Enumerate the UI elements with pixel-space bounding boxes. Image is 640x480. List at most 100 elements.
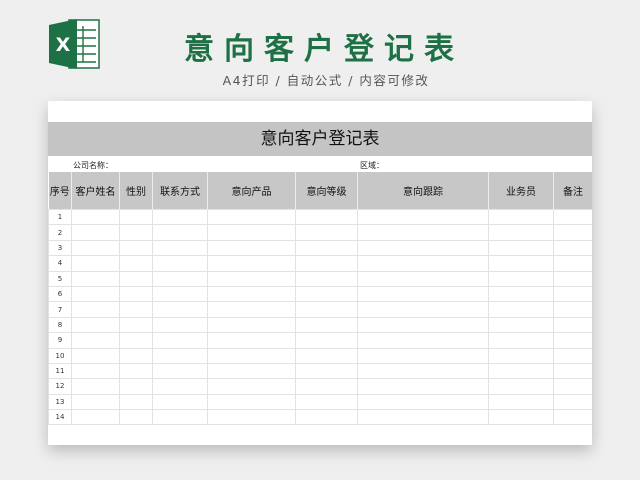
table-cell[interactable] <box>488 362 554 380</box>
table-cell[interactable] <box>295 409 358 426</box>
table-cell[interactable] <box>119 208 153 226</box>
table-cell[interactable] <box>553 301 592 318</box>
table-cell[interactable] <box>119 224 153 241</box>
table-cell[interactable] <box>295 239 358 257</box>
table-cell[interactable] <box>488 208 554 226</box>
table-cell[interactable] <box>207 409 296 426</box>
row-number[interactable]: 3 <box>48 239 72 257</box>
table-cell[interactable] <box>207 332 296 349</box>
table-cell[interactable] <box>295 224 358 241</box>
table-cell[interactable] <box>207 239 296 257</box>
table-cell[interactable] <box>488 224 554 241</box>
table-cell[interactable] <box>119 316 153 334</box>
table-cell[interactable] <box>152 224 208 241</box>
table-cell[interactable] <box>71 409 120 426</box>
table-cell[interactable] <box>553 378 592 395</box>
table-cell[interactable] <box>152 239 208 257</box>
table-cell[interactable] <box>357 239 489 257</box>
table-cell[interactable] <box>119 409 153 426</box>
table-cell[interactable] <box>71 224 120 241</box>
table-cell[interactable] <box>553 316 592 334</box>
table-cell[interactable] <box>295 285 358 303</box>
table-cell[interactable] <box>207 224 296 241</box>
table-cell[interactable] <box>152 316 208 334</box>
table-cell[interactable] <box>553 409 592 426</box>
table-cell[interactable] <box>71 347 120 364</box>
table-cell[interactable] <box>71 378 120 395</box>
table-cell[interactable] <box>119 347 153 364</box>
row-number[interactable]: 13 <box>48 393 72 411</box>
table-cell[interactable] <box>357 316 489 334</box>
table-cell[interactable] <box>488 347 554 364</box>
table-cell[interactable] <box>295 332 358 349</box>
table-cell[interactable] <box>553 224 592 241</box>
table-cell[interactable] <box>152 409 208 426</box>
row-number[interactable]: 10 <box>48 347 72 364</box>
table-cell[interactable] <box>119 393 153 411</box>
table-cell[interactable] <box>119 239 153 257</box>
table-cell[interactable] <box>71 255 120 272</box>
table-cell[interactable] <box>488 270 554 287</box>
table-cell[interactable] <box>119 362 153 380</box>
table-cell[interactable] <box>119 255 153 272</box>
row-number[interactable]: 2 <box>48 224 72 241</box>
table-cell[interactable] <box>71 208 120 226</box>
table-cell[interactable] <box>553 393 592 411</box>
table-cell[interactable] <box>488 316 554 334</box>
table-cell[interactable] <box>553 239 592 257</box>
table-cell[interactable] <box>207 347 296 364</box>
table-cell[interactable] <box>488 255 554 272</box>
row-number[interactable]: 4 <box>48 255 72 272</box>
table-cell[interactable] <box>357 332 489 349</box>
table-cell[interactable] <box>119 285 153 303</box>
table-cell[interactable] <box>71 285 120 303</box>
table-cell[interactable] <box>152 362 208 380</box>
table-cell[interactable] <box>295 362 358 380</box>
table-cell[interactable] <box>71 239 120 257</box>
table-cell[interactable] <box>295 208 358 226</box>
table-cell[interactable] <box>71 301 120 318</box>
row-number[interactable]: 12 <box>48 378 72 395</box>
row-number[interactable]: 9 <box>48 332 72 349</box>
table-cell[interactable] <box>295 270 358 287</box>
table-cell[interactable] <box>71 316 120 334</box>
table-cell[interactable] <box>152 347 208 364</box>
table-cell[interactable] <box>357 255 489 272</box>
row-number[interactable]: 14 <box>48 409 72 426</box>
table-cell[interactable] <box>119 378 153 395</box>
table-cell[interactable] <box>295 301 358 318</box>
table-cell[interactable] <box>207 270 296 287</box>
table-cell[interactable] <box>152 208 208 226</box>
table-cell[interactable] <box>357 347 489 364</box>
table-cell[interactable] <box>295 378 358 395</box>
row-number[interactable]: 8 <box>48 316 72 334</box>
table-cell[interactable] <box>119 301 153 318</box>
row-number[interactable]: 11 <box>48 362 72 380</box>
table-cell[interactable] <box>488 301 554 318</box>
table-cell[interactable] <box>553 255 592 272</box>
table-cell[interactable] <box>295 393 358 411</box>
table-cell[interactable] <box>71 332 120 349</box>
table-cell[interactable] <box>207 208 296 226</box>
table-cell[interactable] <box>152 393 208 411</box>
table-cell[interactable] <box>553 208 592 226</box>
table-cell[interactable] <box>295 255 358 272</box>
table-cell[interactable] <box>553 362 592 380</box>
table-cell[interactable] <box>553 347 592 364</box>
table-cell[interactable] <box>357 378 489 395</box>
table-cell[interactable] <box>152 378 208 395</box>
table-cell[interactable] <box>152 301 208 318</box>
table-cell[interactable] <box>207 362 296 380</box>
table-cell[interactable] <box>553 270 592 287</box>
table-cell[interactable] <box>488 332 554 349</box>
row-number[interactable]: 1 <box>48 208 72 226</box>
row-number[interactable]: 6 <box>48 285 72 303</box>
table-cell[interactable] <box>207 378 296 395</box>
table-cell[interactable] <box>152 332 208 349</box>
table-cell[interactable] <box>207 285 296 303</box>
table-cell[interactable] <box>357 285 489 303</box>
table-cell[interactable] <box>207 301 296 318</box>
table-cell[interactable] <box>152 255 208 272</box>
table-cell[interactable] <box>71 270 120 287</box>
table-cell[interactable] <box>553 285 592 303</box>
